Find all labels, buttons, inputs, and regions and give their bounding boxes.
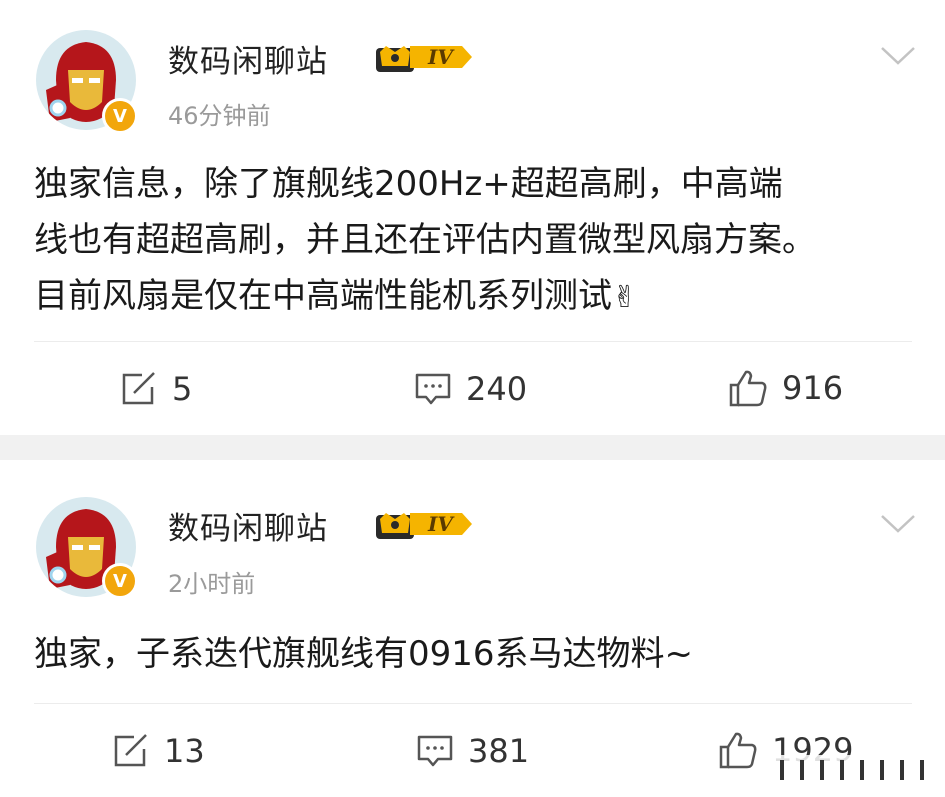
level-text: IV [427, 512, 455, 536]
post-text-line: 独家信息，除了旗舰线200Hz+超超高刷，中高端 [34, 164, 783, 204]
like-button[interactable]: 916 [728, 368, 843, 408]
post-text-line: 独家，子系迭代旗舰线有0916系马达物料~ [34, 634, 694, 674]
repost-button[interactable]: 13 [112, 732, 205, 770]
thumbs-up-icon [729, 370, 767, 407]
repost-count: 5 [172, 370, 193, 408]
author-name[interactable]: 数码闲聊站 [168, 36, 328, 81]
post-text-line: 目前风扇是仅在中高端性能机系列测试 [34, 276, 612, 316]
repost-icon [114, 734, 147, 767]
comment-count: 240 [466, 370, 528, 408]
post-separator [0, 435, 945, 460]
post-time: 46分钟前 [168, 102, 271, 130]
comment-button[interactable]: 381 [416, 732, 529, 770]
verified-v-icon: V [102, 98, 138, 134]
post-card[interactable]: V 数码闲聊站 IV 2小时前 独家，子系迭代旗舰线有0916系马达物料~ 13… [0, 460, 945, 797]
chevron-down-icon[interactable] [880, 46, 916, 70]
like-count: 916 [782, 369, 844, 407]
post-text: 独家信息，除了旗舰线200Hz+超超高刷，中高端 线也有超超高刷，并且还在评估内… [34, 156, 924, 326]
post-time: 2小时前 [168, 570, 256, 598]
chevron-down-icon[interactable] [880, 514, 916, 538]
post-text: 独家，子系迭代旗舰线有0916系马达物料~ [34, 626, 924, 682]
watermark-overlay [772, 755, 932, 785]
divider [34, 703, 912, 704]
comment-icon [415, 373, 451, 405]
verified-v-icon: V [102, 563, 138, 599]
repost-icon [122, 372, 155, 405]
comment-count: 381 [468, 732, 530, 770]
victory-hand-emoji: ✌ [612, 280, 638, 315]
comment-icon [417, 735, 453, 767]
post-text-line: 线也有超超高刷，并且还在评估内置微型风扇方案。 [34, 220, 816, 260]
divider [34, 341, 912, 342]
repost-button[interactable]: 5 [120, 370, 192, 408]
repost-count: 13 [164, 732, 205, 770]
post-card[interactable]: V 数码闲聊站 IV 46分钟前 独家信息，除了旗舰线200Hz+超超高刷，中高… [0, 0, 945, 435]
level-text: IV [427, 45, 455, 69]
vip-level-badge: IV [374, 38, 474, 80]
author-name[interactable]: 数码闲聊站 [168, 503, 328, 548]
vip-level-badge: IV [374, 505, 474, 547]
thumbs-up-icon [719, 732, 757, 769]
comment-button[interactable]: 240 [414, 370, 527, 408]
crown-icon: IV [376, 512, 472, 539]
crown-icon: IV [376, 45, 472, 72]
